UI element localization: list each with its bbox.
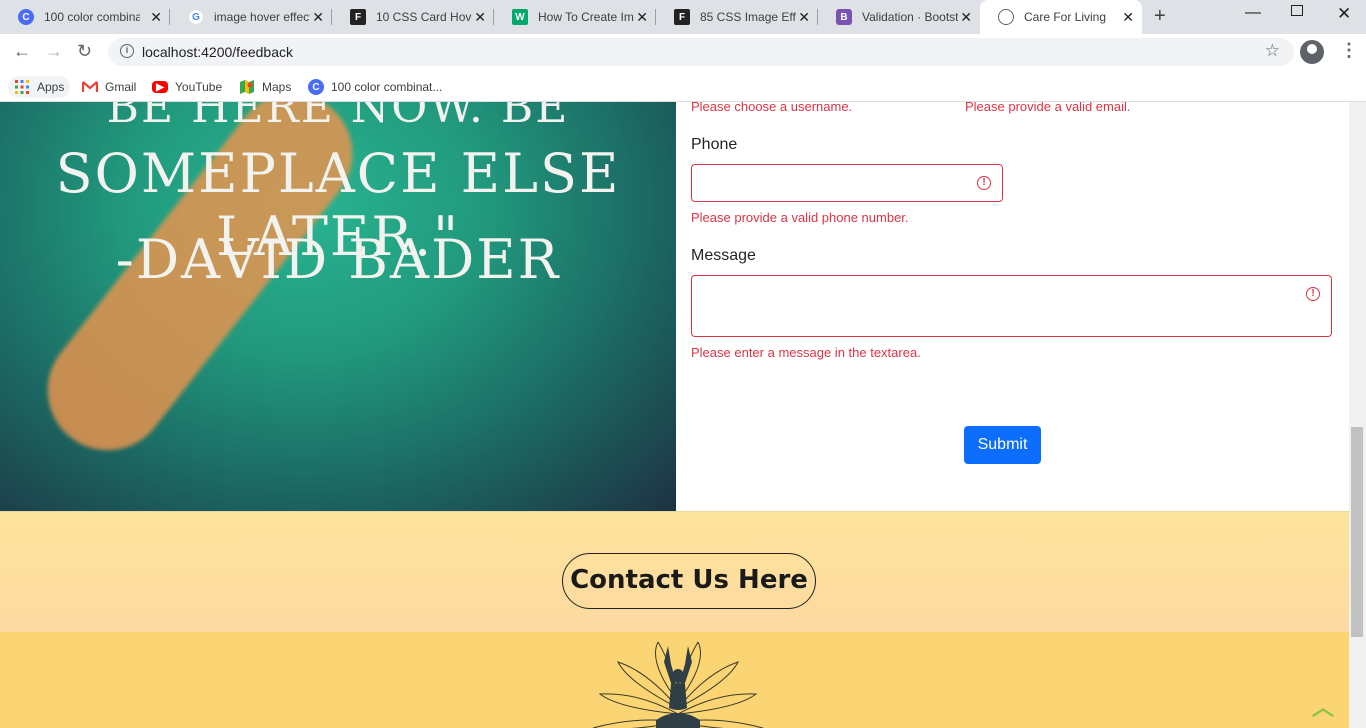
bookmark-label: Apps [37, 80, 65, 94]
phone-error: Please provide a valid phone number. [691, 210, 909, 225]
f-favicon-icon: F [674, 9, 690, 25]
bookmark-gmail[interactable]: Gmail [82, 76, 136, 98]
bootstrap-icon: B [836, 9, 852, 25]
phone-label: Phone [691, 136, 738, 153]
close-icon[interactable]: ✕ [312, 9, 324, 25]
bookmarks-bar: Apps Gmail ▶ YouTube Maps C 100 color co… [0, 70, 1366, 102]
tab-title: 85 CSS Image Effe [700, 10, 796, 24]
feedback-form: Please choose a username. Please provide… [676, 102, 1349, 511]
bookmark-star-icon[interactable]: ☆ [1265, 41, 1280, 61]
scroll-to-top-chevron-icon[interactable]: ︿ [1312, 690, 1334, 722]
bookmark-maps[interactable]: Maps [239, 76, 291, 98]
tab-title: How To Create Ima [538, 10, 634, 24]
browser-tab-bar: C 100 color combina ✕ G image hover effe… [0, 0, 1366, 34]
tab-care-for-living[interactable]: Care For Living ✕ [980, 0, 1142, 34]
c-favicon-icon: C [18, 9, 34, 25]
gmail-icon [82, 79, 98, 95]
close-icon[interactable]: ✕ [474, 9, 486, 25]
tab-how-to-create[interactable]: W How To Create Ima ✕ [494, 0, 656, 34]
phone-input[interactable]: ! [691, 164, 1003, 202]
minimize-icon[interactable]: — [1245, 4, 1261, 22]
browser-toolbar: ← → ↻ i localhost:4200/feedback ☆ [0, 34, 1366, 70]
bookmark-label: Gmail [105, 80, 137, 94]
tab-title: image hover effect [214, 10, 310, 24]
google-icon: G [188, 9, 204, 25]
scrollbar-thumb[interactable] [1351, 427, 1363, 637]
footer: ︿ [0, 632, 1349, 728]
error-icon: ! [977, 176, 991, 190]
tab-validation-bootstrap[interactable]: B Validation · Bootst ✕ [818, 0, 980, 34]
submit-button[interactable]: Submit [964, 426, 1041, 464]
bookmark-label: Maps [262, 80, 292, 94]
profile-avatar-icon[interactable] [1300, 40, 1324, 64]
bookmark-label: 100 color combinat... [331, 80, 443, 94]
message-label: Message [691, 247, 756, 264]
url-text: localhost:4200/feedback [142, 44, 293, 60]
close-icon[interactable]: ✕ [798, 9, 810, 25]
address-bar[interactable]: i localhost:4200/feedback ☆ [108, 38, 1294, 66]
username-error: Please choose a username. [691, 102, 853, 114]
close-icon[interactable]: ✕ [636, 9, 648, 25]
maps-icon [239, 79, 255, 95]
restore-icon[interactable] [1291, 5, 1303, 16]
yoga-lotus-logo-icon [592, 642, 764, 728]
tab-85-css-image[interactable]: F 85 CSS Image Effe ✕ [656, 0, 818, 34]
globe-icon [998, 9, 1014, 25]
f-favicon-icon: F [350, 9, 366, 25]
close-icon[interactable]: ✕ [150, 9, 162, 25]
back-arrow-icon[interactable]: ← [13, 41, 31, 62]
apps-grid-icon [14, 79, 30, 95]
tab-100-color[interactable]: C 100 color combina ✕ [0, 0, 170, 34]
message-error: Please enter a message in the textarea. [691, 345, 921, 360]
close-window-icon[interactable]: ✕ [1337, 4, 1351, 24]
more-menu-icon[interactable]: ⋮ [1340, 40, 1358, 61]
bookmark-youtube[interactable]: ▶ YouTube [152, 76, 222, 98]
tab-image-hover[interactable]: G image hover effect ✕ [170, 0, 332, 34]
tab-title: Validation · Bootst [862, 10, 958, 24]
bookmark-100-color[interactable]: C 100 color combinat... [308, 76, 442, 98]
tab-title: Care For Living [1024, 10, 1107, 24]
error-icon: ! [1306, 287, 1320, 301]
new-tab-plus-icon[interactable]: + [1154, 5, 1166, 28]
message-textarea[interactable]: ! [691, 275, 1332, 337]
youtube-icon: ▶ [152, 81, 168, 93]
contact-us-button[interactable]: Contact Us Here [562, 553, 816, 609]
page-viewport: BE HERE NOW. BE SOMEPLACE ELSE LATER." -… [0, 102, 1349, 728]
bookmark-apps[interactable]: Apps [8, 76, 71, 98]
quote-image: BE HERE NOW. BE SOMEPLACE ELSE LATER." -… [0, 102, 676, 511]
close-icon[interactable]: ✕ [1122, 9, 1134, 25]
bookmark-label: YouTube [175, 80, 223, 94]
quote-line-1: BE HERE NOW. BE [106, 102, 570, 133]
email-error: Please provide a valid email. [965, 102, 1131, 114]
tab-title: 100 color combina [44, 10, 140, 24]
tab-title: 10 CSS Card Hover [376, 10, 472, 24]
close-icon[interactable]: ✕ [960, 9, 972, 25]
tab-css-card-hover[interactable]: F 10 CSS Card Hover ✕ [332, 0, 494, 34]
contact-band: Contact Us Here [0, 511, 1349, 632]
reload-icon[interactable]: ↻ [77, 41, 92, 62]
quote-author: -DAVID BADER [115, 228, 561, 291]
info-icon[interactable]: i [120, 44, 134, 58]
forward-arrow-icon[interactable]: → [45, 41, 63, 62]
w3-favicon-icon: W [512, 9, 528, 25]
c-icon: C [308, 79, 324, 95]
